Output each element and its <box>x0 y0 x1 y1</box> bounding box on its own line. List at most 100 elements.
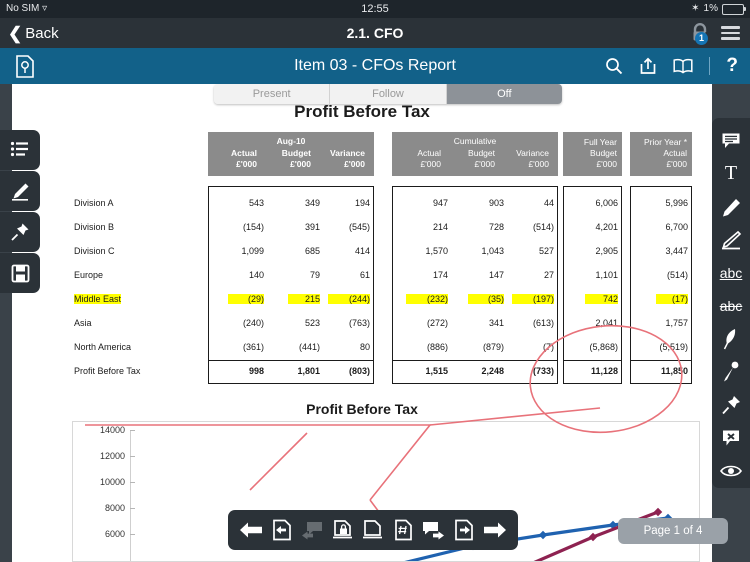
tool-pin-note[interactable] <box>712 389 750 422</box>
table-header-group-prioryear: Prior Year * Actual £'000 <box>630 132 692 176</box>
secure-page-button[interactable] <box>330 517 356 543</box>
table-header-group-fullyear: Full Year Budget £'000 <box>563 132 622 176</box>
page-navigation-toolbar <box>228 510 518 550</box>
tool-show-hide-annotations[interactable] <box>712 455 750 488</box>
lock-icon[interactable]: 1 <box>691 23 709 45</box>
tool-comment[interactable] <box>712 124 750 157</box>
header-col-unit: £'000 <box>420 159 441 169</box>
comment-reply-button[interactable] <box>299 517 325 543</box>
page-number-icon <box>394 519 413 541</box>
header-col-name: Variance <box>330 148 365 158</box>
status-bar-right: ✶ 1% <box>691 0 746 18</box>
segment-follow[interactable]: Follow <box>330 84 447 104</box>
page-forward-button[interactable] <box>451 517 477 543</box>
text-tool-icon: T <box>724 162 738 185</box>
table-cell: (7) <box>543 342 554 352</box>
lock-badge: 1 <box>695 32 708 45</box>
table-cell-highlighted: 215 <box>288 294 320 304</box>
comment-bubble-icon <box>721 132 741 150</box>
table-cell-total: 2,248 <box>481 366 504 376</box>
header-col-unit: £'000 <box>528 159 549 169</box>
table-cell: (240) <box>242 318 264 328</box>
page-number-button[interactable] <box>390 517 416 543</box>
help-question-icon[interactable]: ? <box>726 55 738 77</box>
tool-underline[interactable]: abc <box>712 256 750 289</box>
header-col-unit: £'000 <box>290 159 311 169</box>
comment-forward-button[interactable] <box>421 517 447 543</box>
header-col-name: Variance <box>516 148 549 158</box>
pushpin-icon <box>721 395 741 415</box>
eye-visibility-icon <box>720 464 742 478</box>
report-title: Profit Before Tax <box>294 102 430 121</box>
table-cell-highlighted: 742 <box>585 294 618 304</box>
table-cell: 1,101 <box>595 270 618 280</box>
table-cell: 27 <box>543 270 554 280</box>
sidebar-item-annotate[interactable] <box>0 171 40 211</box>
segment-off[interactable]: Off <box>446 84 562 104</box>
presentation-mode-segmented-control[interactable]: Present Follow Off <box>214 84 562 104</box>
table-row-label: Division C <box>74 246 115 256</box>
table-cell-highlighted: (29) <box>228 294 264 304</box>
table-cell: (5,868) <box>589 342 618 352</box>
search-icon[interactable] <box>605 57 623 75</box>
table-cell: 5,996 <box>665 198 688 208</box>
table-header-cell: Prior Year * Actual £'000 <box>630 132 692 176</box>
hamburger-menu-icon[interactable] <box>721 26 740 40</box>
table-cell: 44 <box>543 198 554 208</box>
table-cell-total: 998 <box>248 366 264 376</box>
table-column-box-aug10 <box>208 186 374 384</box>
page-blank-icon <box>362 519 383 541</box>
tool-marker[interactable] <box>712 190 750 223</box>
table-cell-total: 1,515 <box>425 366 448 376</box>
table-cell: (613) <box>532 318 554 328</box>
page-indicator[interactable]: Page 1 of 4 <box>618 518 728 544</box>
sidebar-item-pin[interactable] <box>0 212 40 252</box>
table-cell-highlighted: (244) <box>328 294 370 304</box>
blank-page-button[interactable] <box>360 517 386 543</box>
marker-pen-icon <box>720 197 742 217</box>
header-col-unit: £'000 <box>344 159 365 169</box>
table-row-label: Europe <box>74 270 104 280</box>
status-bar-time: 12:55 <box>361 3 389 15</box>
book-icon[interactable] <box>673 58 693 74</box>
underline-abc-icon: abc <box>719 264 743 281</box>
table-total-separator <box>631 360 691 361</box>
header-col-unit: £'000 <box>666 159 687 169</box>
tool-pen[interactable] <box>712 223 750 256</box>
table-cell: 6,006 <box>595 198 618 208</box>
table-cell-total: 11,128 <box>590 366 618 376</box>
table-cell: 543 <box>248 198 264 208</box>
table-cell: (361) <box>242 342 264 352</box>
table-column-box-cumulative <box>392 186 558 384</box>
tool-strikethrough[interactable]: abc <box>712 289 750 322</box>
left-tool-rail <box>0 130 40 294</box>
segment-present[interactable]: Present <box>214 84 331 104</box>
comment-forward-icon <box>422 520 445 540</box>
share-icon[interactable] <box>639 57 657 75</box>
table-cell: 1,757 <box>665 318 688 328</box>
tool-delete-comment[interactable] <box>712 422 750 455</box>
tool-voice-note[interactable] <box>712 356 750 389</box>
comment-reply-icon <box>301 520 323 540</box>
page-back-button[interactable] <box>269 517 295 543</box>
feather-quill-icon <box>722 328 740 350</box>
table-cell: 214 <box>432 222 448 232</box>
sidebar-item-save[interactable] <box>0 253 40 293</box>
page-lock-icon <box>332 519 354 541</box>
header-col-unit: £'000 <box>596 159 617 169</box>
header-col-unit: £'000 <box>236 159 257 169</box>
tool-text[interactable]: T <box>712 157 750 190</box>
document-toolbar: Item 03 - CFOs Report ? <box>0 48 750 84</box>
sidebar-item-outline[interactable] <box>0 130 40 170</box>
table-cell: 1,043 <box>481 246 504 256</box>
table-row-label-highlighted: Middle East <box>74 294 122 304</box>
next-button[interactable] <box>482 517 508 543</box>
delete-comment-icon <box>721 429 741 448</box>
previous-button[interactable] <box>238 517 264 543</box>
table-cell: 1,099 <box>241 246 264 256</box>
table-cell: (154) <box>242 222 264 232</box>
table-row-label: Division B <box>74 222 115 232</box>
tool-freehand[interactable] <box>712 323 750 356</box>
header-col-unit: £'000 <box>474 159 495 169</box>
page-back-icon <box>272 519 292 541</box>
